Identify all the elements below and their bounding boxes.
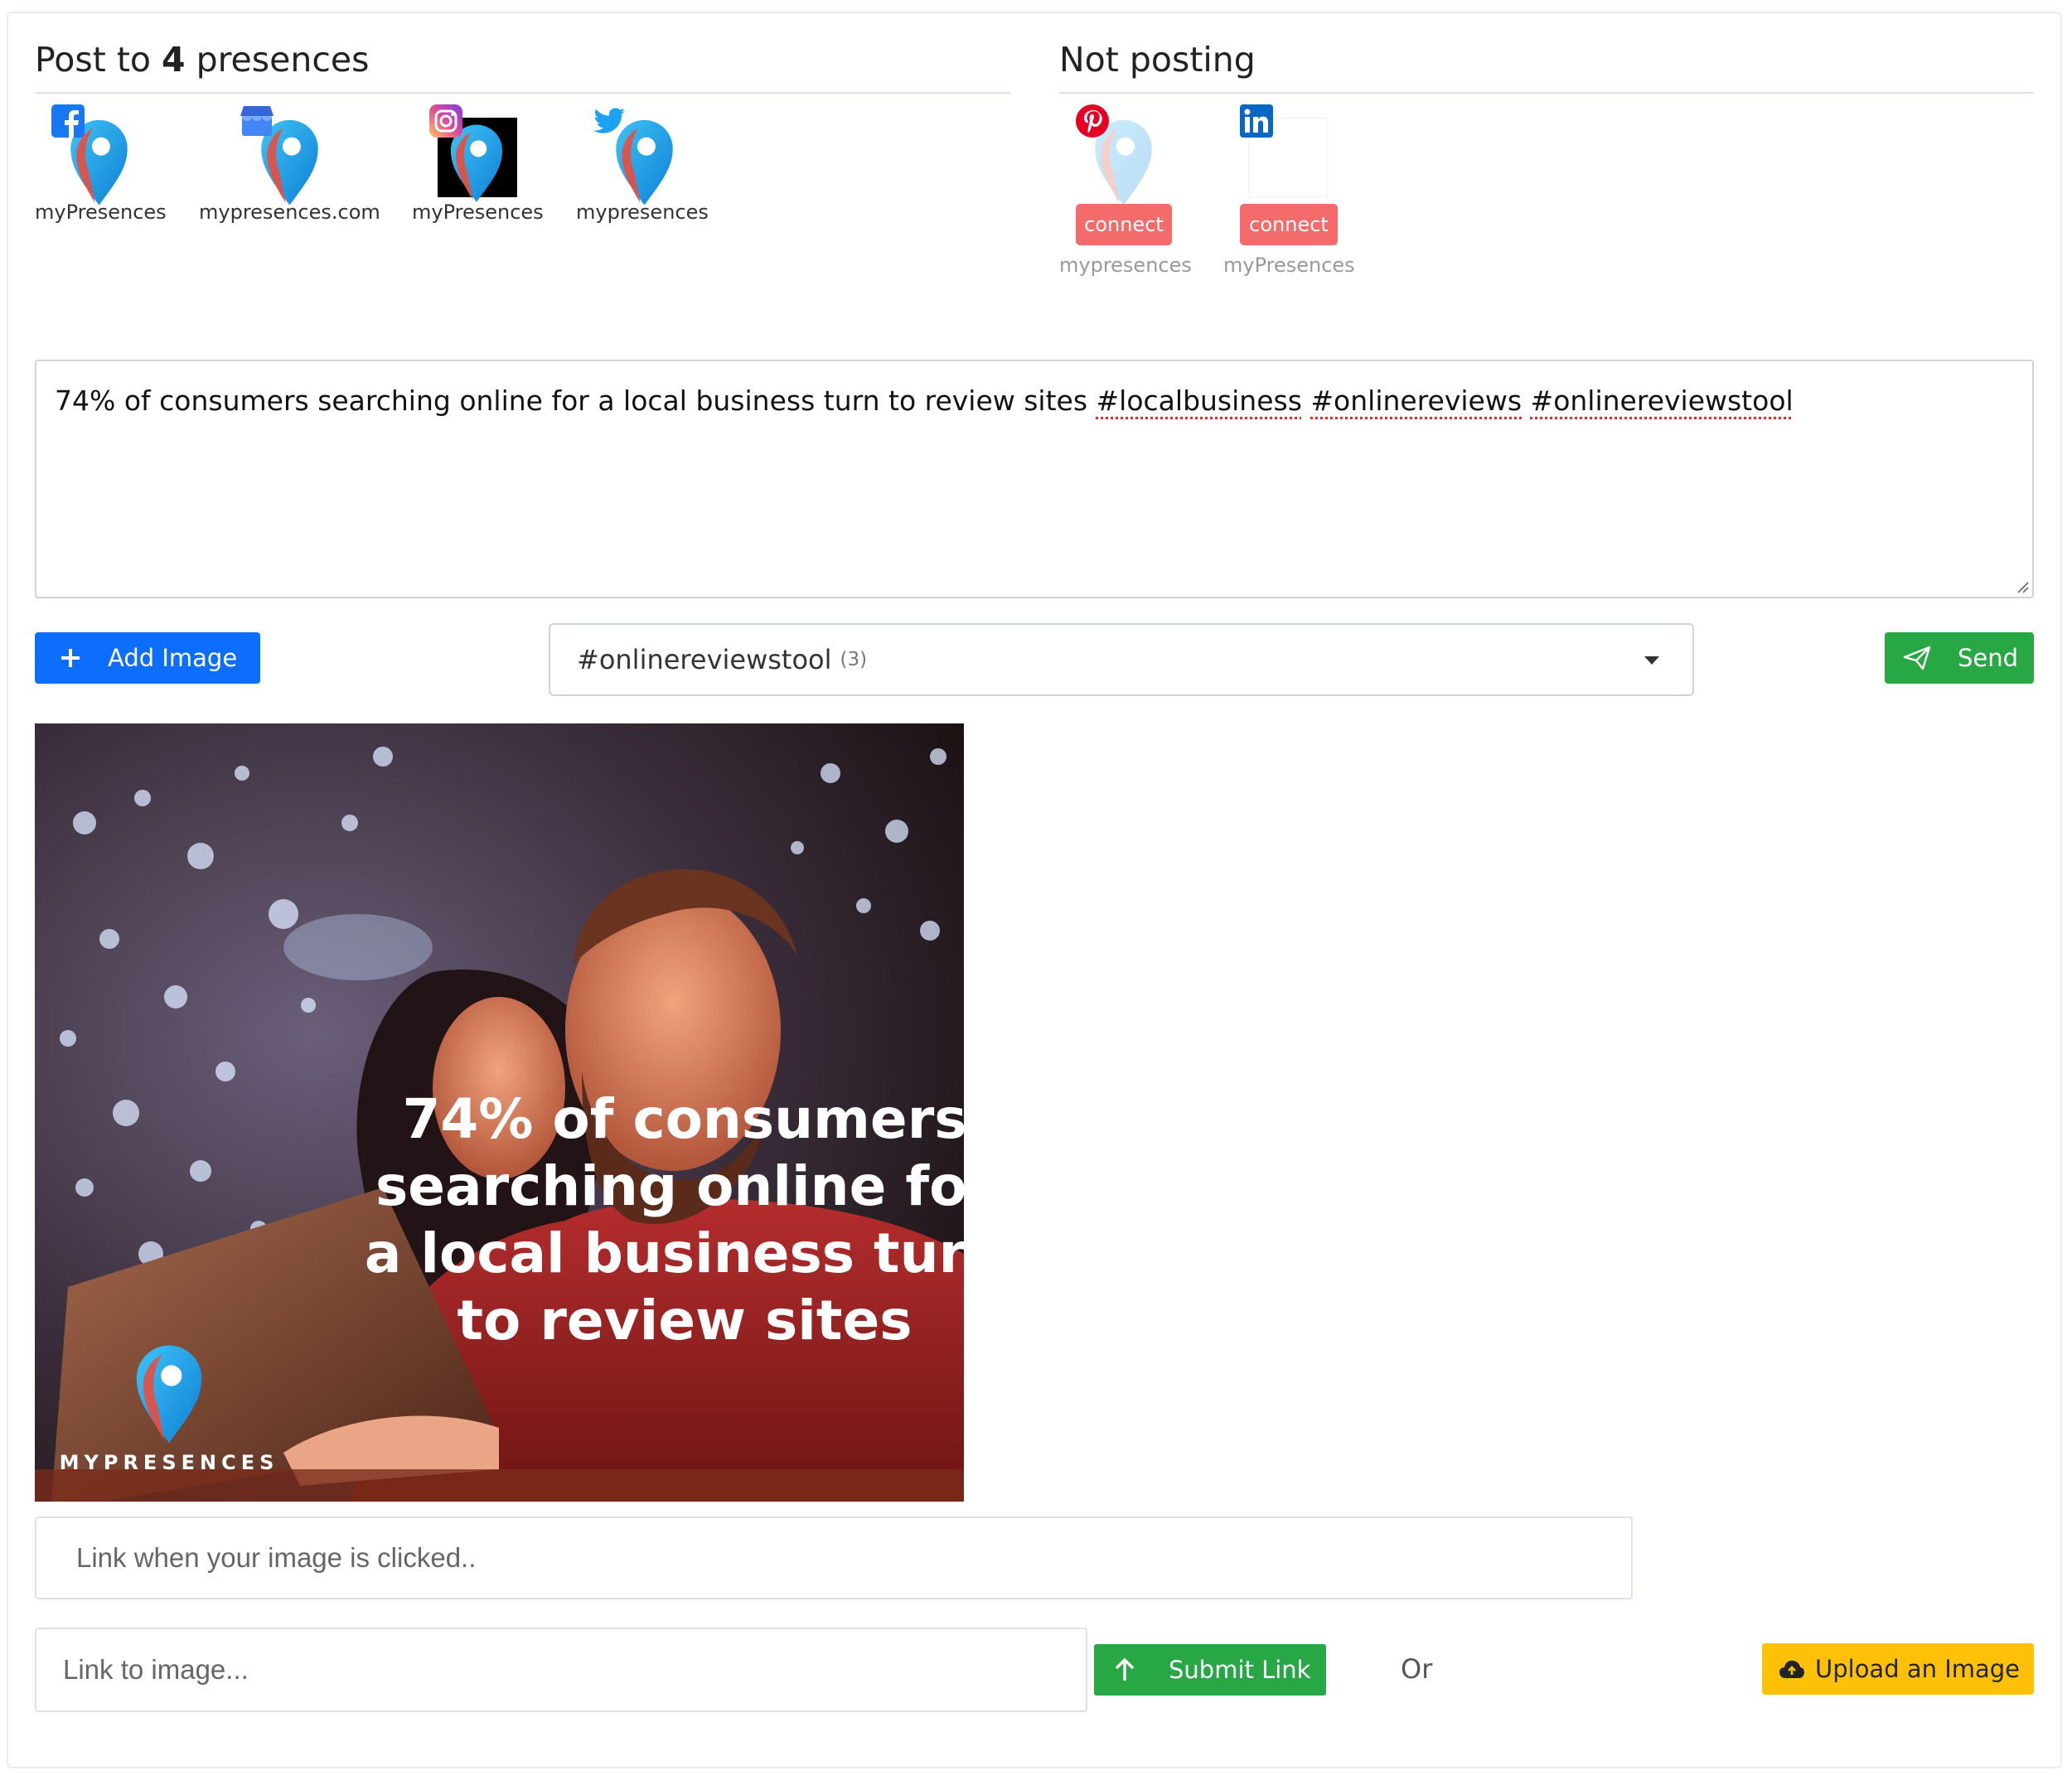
- submit-link-button[interactable]: Submit Link: [1094, 1644, 1326, 1696]
- photo-illustration: 74% of consumers searching online for a …: [35, 723, 964, 1502]
- add-image-label: Add Image: [108, 644, 238, 672]
- presence-label: mypresences: [1059, 254, 1192, 277]
- brand-wordmark: MYPRESENCES: [60, 1451, 279, 1474]
- arrow-up-icon: [1114, 1657, 1135, 1682]
- paper-plane-icon: [1903, 646, 1931, 670]
- posting-title: Post to 4 presences: [35, 40, 370, 80]
- facebook-icon: [51, 104, 85, 138]
- resize-handle-icon[interactable]: [2016, 580, 2029, 593]
- not-posting-title: Not posting: [1059, 40, 1256, 80]
- image-click-link-input[interactable]: [35, 1517, 1633, 1599]
- image-preview: 74% of consumers searching online for a …: [35, 723, 964, 1502]
- hashtag-select-value: #onlinereviewstool: [577, 644, 832, 675]
- upload-image-button[interactable]: Upload an Image: [1762, 1643, 2034, 1695]
- not-posting-divider: [1059, 92, 2034, 94]
- hashtag-select[interactable]: #onlinereviewstool (3): [549, 623, 1694, 696]
- hashtag: #localbusiness: [1096, 385, 1302, 417]
- cloud-upload-icon: [1779, 1658, 1805, 1680]
- overlay-line: a local business turn: [365, 1221, 964, 1285]
- instagram-icon: [429, 104, 462, 138]
- post-text-editor[interactable]: 74% of consumers searching online for a …: [35, 360, 2034, 598]
- google-business-icon: [240, 106, 274, 136]
- image-url-input[interactable]: [35, 1628, 1087, 1712]
- pinterest-icon: [1076, 104, 1109, 138]
- presence-label: mypresences: [576, 201, 709, 224]
- presence-label: mypresences.com: [199, 201, 380, 224]
- add-image-button[interactable]: Add Image: [35, 632, 260, 684]
- upload-image-label: Upload an Image: [1815, 1655, 2021, 1683]
- post-text: 74% of consumers searching online for a …: [55, 385, 1097, 417]
- connect-linkedin-button[interactable]: connect: [1240, 204, 1338, 245]
- linkedin-icon: [1240, 104, 1273, 138]
- presence-label: myPresences: [35, 201, 167, 224]
- plus-icon: [50, 647, 91, 669]
- presence-label: myPresences: [1223, 254, 1355, 277]
- overlay-line: to review sites: [457, 1289, 912, 1352]
- or-separator: Or: [1401, 1653, 1433, 1685]
- submit-link-label: Submit Link: [1169, 1656, 1311, 1684]
- hashtag: #onlinereviewstool: [1530, 385, 1794, 417]
- posting-count: 4: [162, 40, 186, 80]
- overlay-line: searching online for: [375, 1154, 964, 1218]
- twitter-icon: [593, 108, 625, 133]
- hashtag-count: (3): [840, 649, 868, 670]
- chevron-down-icon: [1644, 656, 1659, 665]
- hashtag: #onlinereviews: [1310, 385, 1523, 417]
- send-label: Send: [1958, 644, 2019, 672]
- posting-divider: [35, 92, 1010, 94]
- overlay-line: 74% of consumers: [402, 1087, 964, 1151]
- connect-pinterest-button[interactable]: connect: [1076, 204, 1172, 245]
- send-button[interactable]: Send: [1885, 632, 2034, 684]
- presence-label: myPresences: [412, 201, 544, 224]
